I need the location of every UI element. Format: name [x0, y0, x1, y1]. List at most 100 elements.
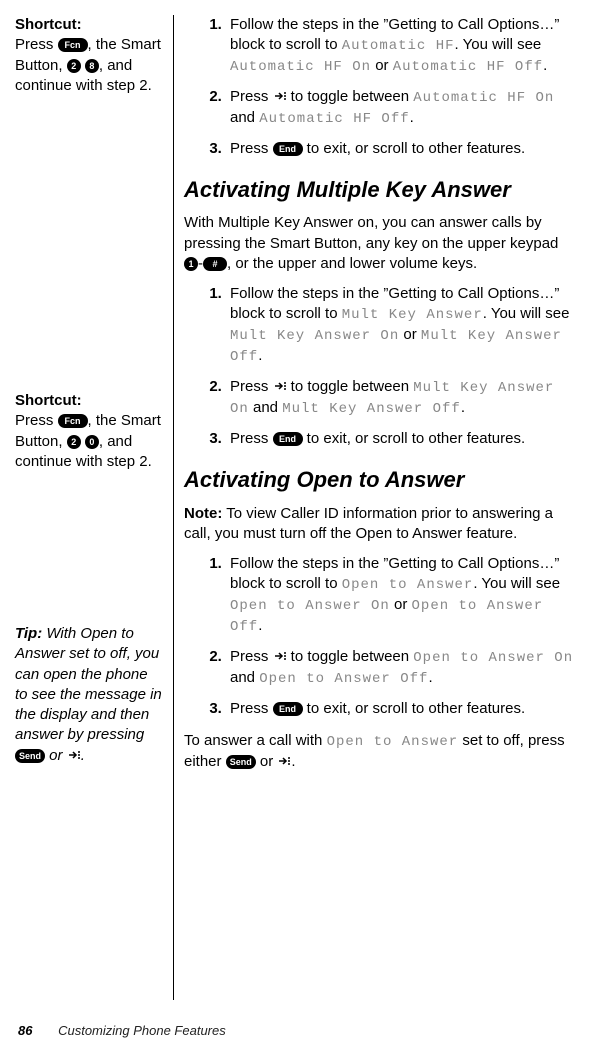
step-text: . — [410, 109, 414, 126]
lcd-text: Open to Answer Off — [259, 671, 428, 687]
send-key-icon: Send — [226, 755, 256, 769]
mka-steps-list: Follow the steps in the ”Getting to Call… — [184, 284, 575, 449]
autohf-steps-list: Follow the steps in the ”Getting to Call… — [184, 15, 575, 159]
step-text: to exit, or scroll to other features. — [303, 140, 526, 157]
body-text: or — [256, 753, 278, 770]
page-number: 86 — [18, 1023, 32, 1038]
note-label: Note: — [184, 505, 222, 522]
step-text: and — [230, 109, 259, 126]
lcd-text: Mult Key Answer On — [230, 328, 399, 344]
lcd-text: Mult Key Answer Off — [282, 401, 461, 417]
body-text: To view Caller ID information prior to a… — [184, 505, 553, 542]
end-key-icon: End — [273, 432, 303, 446]
key-0-icon: 0 — [85, 435, 99, 449]
step-text: to exit, or scroll to other features. — [303, 430, 526, 447]
send-key-icon: Send — [15, 749, 45, 763]
end-key-icon: End — [273, 702, 303, 716]
step-text: and — [230, 669, 259, 686]
tip-label: Tip: — [15, 625, 42, 642]
step-text: Press — [230, 700, 273, 717]
step-text: Press — [230, 648, 273, 665]
step-text: . You will see — [473, 575, 560, 592]
section-heading-multiple-key-answer: Activating Multiple Key Answer — [184, 177, 575, 203]
shortcut-label: Shortcut: — [15, 16, 82, 33]
lcd-text: Automatic HF On — [413, 90, 554, 106]
step-text: to toggle between — [287, 648, 414, 665]
main-column: Follow the steps in the ”Getting to Call… — [184, 15, 575, 1000]
shortcut-block-2: Shortcut: Press Fcn, the Smart Button, 2… — [15, 391, 163, 472]
mka-intro-paragraph: With Multiple Key Answer on, you can ans… — [184, 213, 575, 274]
list-item: Press to toggle between Open to Answer O… — [226, 647, 575, 689]
list-item: Press to toggle between Mult Key Answer … — [226, 377, 575, 419]
scroll-icon — [67, 748, 81, 762]
content-row: Shortcut: Press Fcn, the Smart Button, 2… — [15, 15, 575, 1000]
lcd-text: Open to Answer On — [413, 650, 573, 666]
list-item: Press End to exit, or scroll to other fe… — [226, 699, 575, 719]
ota-note-paragraph: Note: To view Caller ID information prio… — [184, 504, 575, 545]
list-item: Press to toggle between Automatic HF On … — [226, 87, 575, 129]
step-text: or — [390, 596, 412, 613]
step-text: . — [428, 669, 432, 686]
scroll-icon — [273, 89, 287, 103]
scroll-icon — [277, 754, 291, 768]
shortcut-block-1: Shortcut: Press Fcn, the Smart Button, 2… — [15, 15, 163, 96]
spacer — [15, 492, 163, 624]
step-text: . You will see — [483, 305, 570, 322]
lcd-text: Open to Answer — [342, 577, 474, 593]
sidebar-column: Shortcut: Press Fcn, the Smart Button, 2… — [15, 15, 173, 1000]
step-text: . — [258, 347, 262, 364]
shortcut-text: Press — [15, 412, 58, 429]
step-text: . — [461, 399, 465, 416]
step-text: or — [399, 326, 421, 343]
key-2-icon: 2 — [67, 59, 81, 73]
scroll-icon — [273, 649, 287, 663]
body-text: With Multiple Key Answer on, you can ans… — [184, 214, 558, 251]
key-1-icon: 1 — [184, 257, 198, 271]
step-text: Press — [230, 140, 273, 157]
section-heading-open-to-answer: Activating Open to Answer — [184, 467, 575, 493]
tip-text: or — [45, 747, 67, 764]
page-footer: 86 Customizing Phone Features — [18, 1023, 226, 1038]
key-8-icon: 8 — [85, 59, 99, 73]
step-text: Press — [230, 88, 273, 105]
shortcut-label: Shortcut: — [15, 392, 82, 409]
body-text: . — [291, 753, 295, 770]
lcd-text: Mult Key Answer — [342, 307, 483, 323]
ota-closing-paragraph: To answer a call with Open to Answer set… — [184, 731, 575, 772]
lcd-text: Open to Answer — [327, 734, 459, 750]
vertical-divider — [173, 15, 174, 1000]
key-2-icon: 2 — [67, 435, 81, 449]
list-item: Press End to exit, or scroll to other fe… — [226, 139, 575, 159]
tip-block: Tip: With Open to Answer set to off, you… — [15, 624, 163, 766]
step-text: . — [258, 617, 262, 634]
step-text: Press — [230, 430, 273, 447]
tip-text: With Open to Answer set to off, you can … — [15, 625, 162, 743]
fcn-key-icon: Fcn — [58, 414, 88, 428]
body-text: To answer a call with — [184, 732, 327, 749]
step-text: . — [543, 57, 547, 74]
lcd-text: Automatic HF Off — [259, 111, 409, 127]
step-text: and — [249, 399, 282, 416]
step-text: or — [371, 57, 393, 74]
lcd-text: Automatic HF Off — [393, 59, 543, 75]
lcd-text: Automatic HF — [342, 38, 455, 54]
step-text: to toggle between — [287, 378, 414, 395]
key-hash-icon: # — [203, 257, 227, 271]
step-text: to exit, or scroll to other features. — [303, 700, 526, 717]
step-text: Press — [230, 378, 273, 395]
step-text: to toggle between — [287, 88, 414, 105]
step-text: . You will see — [455, 36, 542, 53]
list-item: Follow the steps in the ”Getting to Call… — [226, 284, 575, 367]
list-item: Follow the steps in the ”Getting to Call… — [226, 15, 575, 77]
lcd-text: Automatic HF On — [230, 59, 371, 75]
ota-steps-list: Follow the steps in the ”Getting to Call… — [184, 554, 575, 719]
spacer — [15, 116, 163, 391]
shortcut-text: Press — [15, 36, 58, 53]
tip-text: . — [81, 747, 85, 764]
scroll-icon — [273, 379, 287, 393]
body-text: , or the upper and lower volume keys. — [227, 255, 477, 272]
lcd-text: Open to Answer On — [230, 598, 390, 614]
list-item: Follow the steps in the ”Getting to Call… — [226, 554, 575, 637]
end-key-icon: End — [273, 142, 303, 156]
manual-page: Shortcut: Press Fcn, the Smart Button, 2… — [0, 0, 595, 1058]
